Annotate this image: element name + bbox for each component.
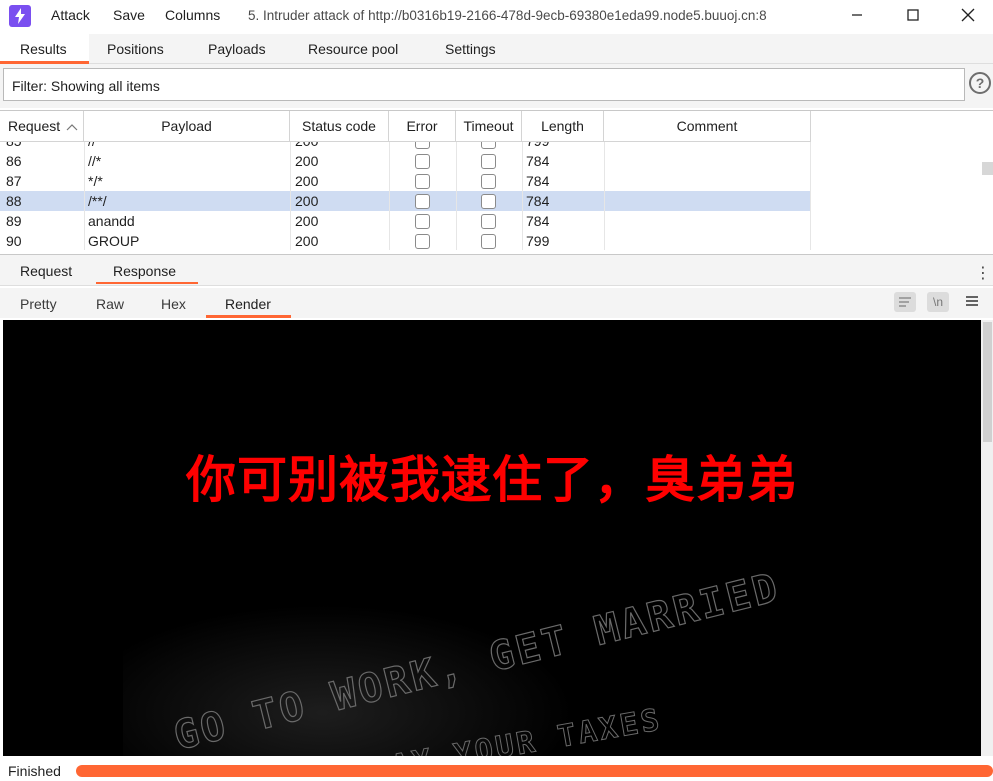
column-header-length[interactable]: Length — [522, 111, 604, 142]
cell-payload: */* — [88, 173, 103, 189]
cell-payload: /**/ — [88, 193, 107, 209]
cell-request: 88 — [6, 193, 22, 209]
message-tab-bar: Request Response ⋮ — [0, 254, 993, 286]
filter-bar: Filter: Showing all items ? — [0, 64, 993, 108]
table-header: Request Payload Status code Error Timeou… — [0, 111, 811, 142]
minimize-icon — [852, 14, 862, 16]
filter-text: Filter: Showing all items — [12, 78, 160, 94]
maximize-icon — [907, 9, 919, 21]
table-row[interactable]: 87 */* 200 784 — [0, 171, 811, 191]
cell-length: 784 — [526, 173, 550, 189]
cell-length: 784 — [526, 153, 550, 169]
tab-results[interactable]: Results — [20, 41, 67, 57]
hamburger-menu-icon[interactable] — [965, 294, 979, 310]
tab-request[interactable]: Request — [20, 263, 72, 279]
timeout-checkbox — [481, 234, 496, 249]
menu-attack[interactable]: Attack — [51, 7, 90, 23]
tab-render[interactable]: Render — [225, 296, 271, 312]
error-checkbox — [415, 154, 430, 169]
timeout-checkbox — [481, 214, 496, 229]
timeout-checkbox — [481, 154, 496, 169]
more-options-icon[interactable]: ⋮ — [975, 263, 991, 283]
progress-bar — [76, 765, 993, 777]
tab-raw[interactable]: Raw — [96, 296, 124, 312]
rendered-response: 你可别被我逮住了，臭弟弟 GO TO WORK, GET MARRIED PAY… — [3, 320, 981, 756]
column-header-payload[interactable]: Payload — [84, 111, 290, 142]
minimize-button[interactable] — [834, 0, 880, 30]
close-button[interactable] — [945, 0, 991, 30]
active-tab-indicator — [206, 315, 291, 318]
table-row[interactable]: 86 //* 200 784 — [0, 151, 811, 171]
render-scrollbar-thumb[interactable] — [983, 322, 992, 442]
active-tab-indicator — [96, 282, 198, 284]
error-checkbox — [415, 214, 430, 229]
results-table: 85//20079986//*20078487*/*20078488/**/20… — [0, 110, 993, 250]
error-checkbox — [415, 174, 430, 189]
table-row[interactable]: 90 GROUP 200 799 — [0, 231, 811, 250]
cell-payload: //* — [88, 153, 102, 169]
cell-status-code: 200 — [295, 213, 319, 229]
background-image: GO TO WORK, GET MARRIED PAY YOUR TAXES — [123, 540, 785, 756]
view-tab-bar: Pretty Raw Hex Render \n — [0, 288, 993, 318]
cell-status-code: 200 — [295, 153, 319, 169]
maximize-button[interactable] — [890, 0, 936, 30]
tab-payloads[interactable]: Payloads — [208, 41, 266, 57]
timeout-checkbox — [481, 174, 496, 189]
cell-status-code: 200 — [295, 233, 319, 249]
cell-length: 784 — [526, 193, 550, 209]
word-wrap-icon[interactable] — [894, 292, 916, 312]
cell-payload: anandd — [88, 213, 135, 229]
title-bar: Attack Save Columns 5. Intruder attack o… — [0, 0, 993, 32]
table-row[interactable]: 89 anandd 200 784 — [0, 211, 811, 231]
cell-request: 87 — [6, 173, 22, 189]
table-scrollbar-thumb[interactable] — [982, 162, 993, 175]
cell-request: 86 — [6, 153, 22, 169]
column-header-comment[interactable]: Comment — [604, 111, 811, 142]
main-tab-bar: Results Positions Payloads Resource pool… — [0, 34, 993, 64]
tab-settings[interactable]: Settings — [445, 41, 496, 57]
sort-ascending-icon — [66, 124, 78, 131]
cell-status-code: 200 — [295, 193, 319, 209]
tab-pretty[interactable]: Pretty — [20, 296, 57, 312]
column-header-request[interactable]: Request — [0, 111, 84, 142]
cell-length: 799 — [526, 233, 550, 249]
status-text: Finished — [8, 763, 61, 779]
menu-columns[interactable]: Columns — [165, 7, 220, 23]
menu-save[interactable]: Save — [113, 7, 145, 23]
tab-positions[interactable]: Positions — [107, 41, 164, 57]
cell-length: 784 — [526, 213, 550, 229]
tab-response[interactable]: Response — [113, 263, 176, 279]
timeout-checkbox — [481, 194, 496, 209]
cell-status-code: 200 — [295, 173, 319, 189]
cell-request: 89 — [6, 213, 22, 229]
tab-resource-pool[interactable]: Resource pool — [308, 41, 398, 57]
cell-request: 90 — [6, 233, 22, 249]
column-header-status-code[interactable]: Status code — [290, 111, 389, 142]
column-header-timeout[interactable]: Timeout — [456, 111, 522, 142]
error-checkbox — [415, 194, 430, 209]
close-icon — [961, 8, 975, 22]
table-row[interactable]: 88 /**/ 200 784 — [0, 191, 811, 211]
burp-app-icon — [9, 5, 31, 27]
filter-input[interactable]: Filter: Showing all items — [3, 68, 965, 101]
window-title: 5. Intruder attack of http://b0316b19-21… — [248, 8, 767, 23]
error-checkbox — [415, 234, 430, 249]
cell-payload: GROUP — [88, 233, 140, 249]
column-header-error[interactable]: Error — [389, 111, 456, 142]
tab-hex[interactable]: Hex — [161, 296, 186, 312]
help-icon[interactable]: ? — [969, 72, 991, 94]
show-newlines-icon[interactable]: \n — [927, 292, 949, 312]
